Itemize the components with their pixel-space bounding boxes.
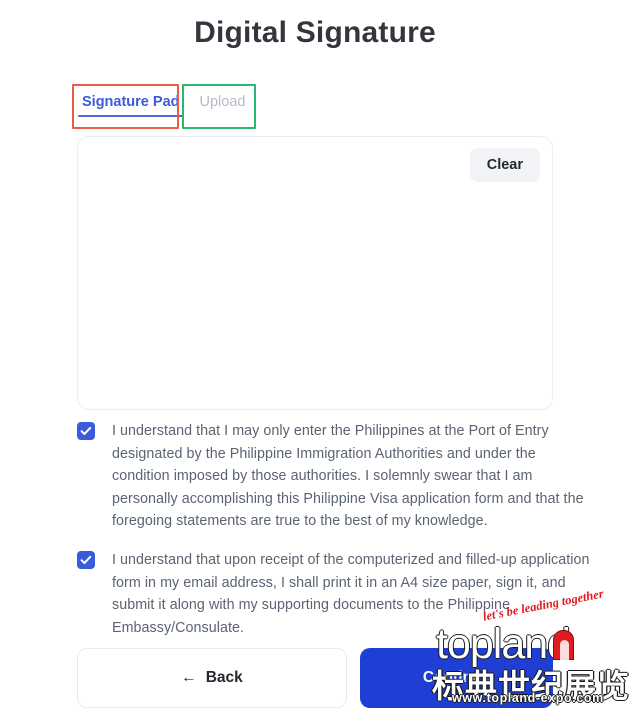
- consent-item: I understand that upon receipt of the co…: [77, 549, 597, 639]
- consent-item: I understand that I may only enter the P…: [77, 420, 597, 533]
- consent-text-2: I understand that upon receipt of the co…: [112, 551, 590, 636]
- arrow-left-icon: ←: [181, 669, 197, 686]
- digital-signature-page: Digital Signature Signature Pad Upload C…: [0, 0, 630, 708]
- back-button[interactable]: ← Back: [77, 648, 347, 708]
- continue-button[interactable]: Continue: [360, 648, 553, 708]
- signature-method-tabs: Signature Pad Upload: [72, 84, 255, 119]
- signature-pad-canvas[interactable]: Clear: [77, 136, 553, 410]
- tab-signature-pad[interactable]: Signature Pad: [72, 84, 190, 119]
- page-title: Digital Signature: [194, 16, 436, 49]
- consent-checkbox-1[interactable]: [77, 422, 95, 440]
- clear-button[interactable]: Clear: [469, 148, 540, 182]
- back-button-label: Back: [205, 669, 243, 686]
- check-icon: [80, 555, 92, 564]
- consent-list: I understand that I may only enter the P…: [77, 420, 597, 655]
- consent-checkbox-2[interactable]: [77, 550, 95, 569]
- footer-actions: ← Back Continue: [77, 648, 553, 708]
- check-icon: [80, 426, 92, 435]
- consent-text-1: I understand that I may only enter the P…: [112, 423, 584, 530]
- tab-upload[interactable]: Upload: [190, 84, 256, 119]
